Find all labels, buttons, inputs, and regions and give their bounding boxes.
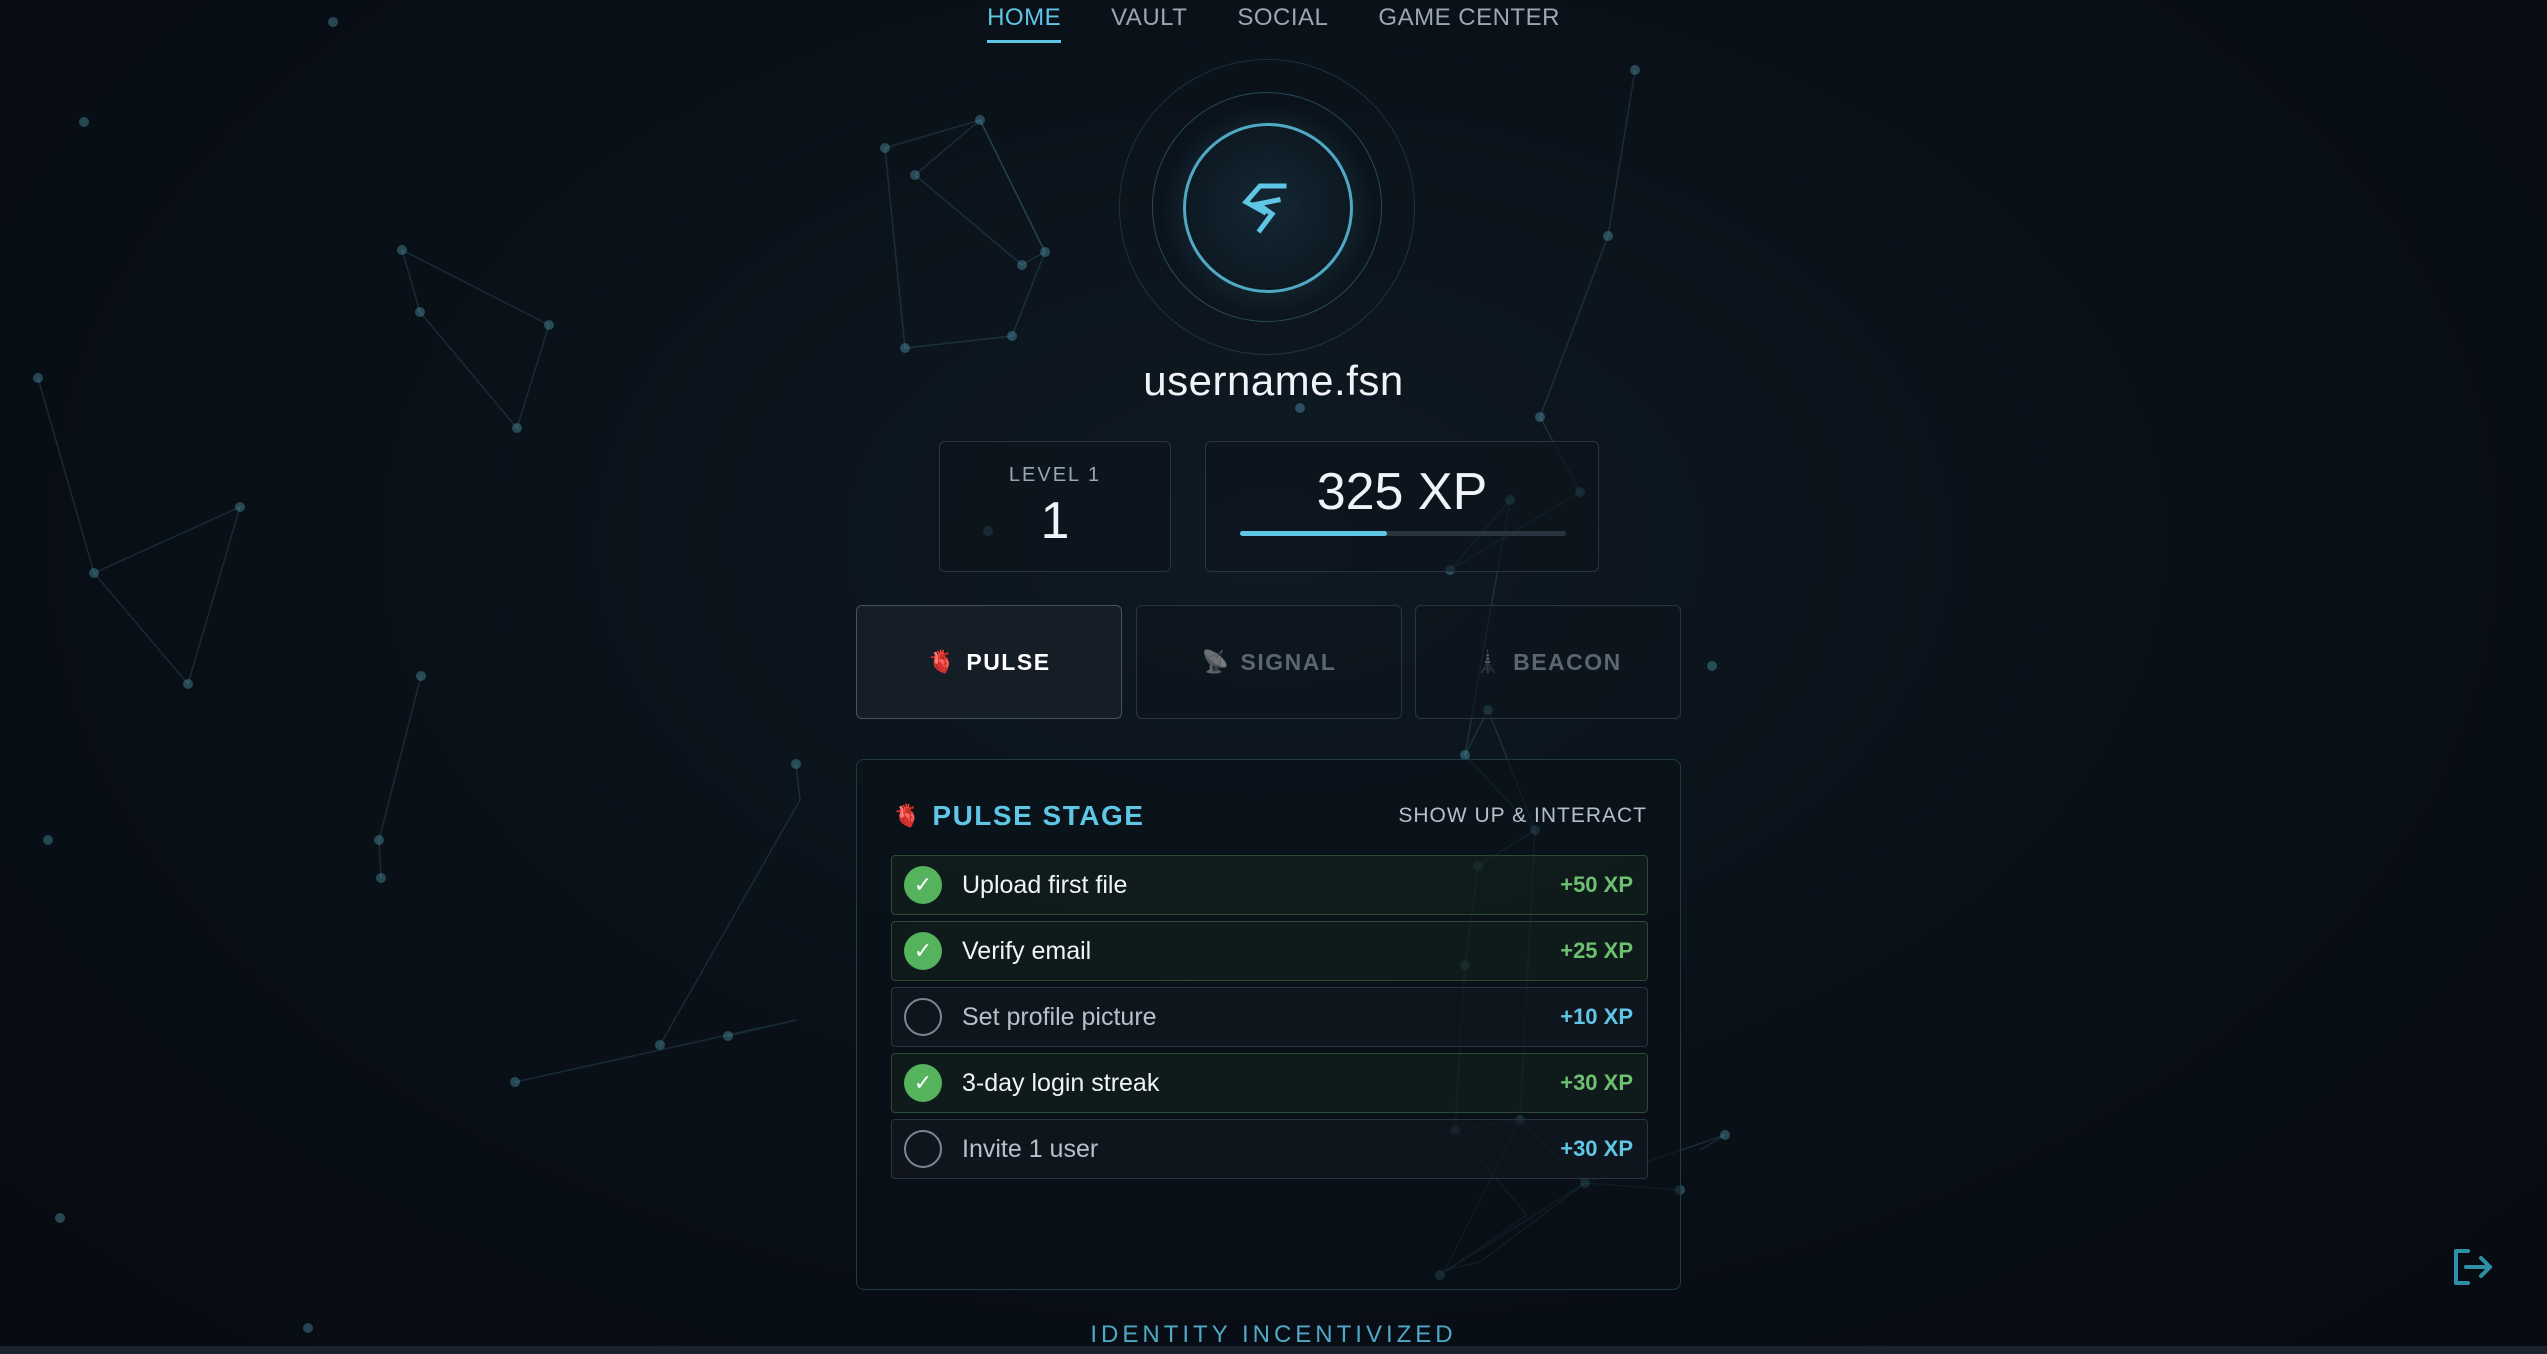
stage-tab-label: PULSE <box>966 648 1051 675</box>
username: username.fsn <box>1143 357 1404 404</box>
task-xp: +50 XP <box>1560 872 1633 897</box>
check-icon: ✓ <box>904 932 942 970</box>
panel-header: 🫀 PULSE STAGE SHOW UP & INTERACT <box>893 796 1647 836</box>
nav-tab-social[interactable]: SOCIAL <box>1237 4 1328 43</box>
stage-tab-pulse[interactable]: 🫀 PULSE <box>856 605 1122 719</box>
task-label: 3-day login streak <box>962 1068 1160 1097</box>
task-label: Upload first file <box>962 870 1128 899</box>
nav-tab-home[interactable]: HOME <box>987 4 1062 43</box>
panel-title: PULSE STAGE <box>932 800 1145 831</box>
task-label: Set profile picture <box>962 1002 1157 1031</box>
logout-button[interactable] <box>2449 1244 2495 1290</box>
empty-circle-icon <box>904 998 942 1036</box>
task-upload-first-file[interactable]: ✓ Upload first file +50 XP <box>891 855 1648 915</box>
avatar[interactable] <box>1183 123 1353 293</box>
task-xp: +10 XP <box>1560 1004 1633 1029</box>
beacon-icon: 🗼 <box>1474 649 1504 674</box>
nav-tab-vault[interactable]: VAULT <box>1111 4 1187 43</box>
xp-progress-fill <box>1240 531 1387 536</box>
task-login-streak[interactable]: ✓ 3-day login streak +30 XP <box>891 1053 1648 1113</box>
satellite-icon: 📡 <box>1201 649 1231 674</box>
nav-tabs: HOME VAULT SOCIAL GAME CENTER <box>987 4 1560 43</box>
task-label: Verify email <box>962 936 1092 965</box>
app-screen: HOME VAULT SOCIAL GAME CENTER username.f… <box>0 0 2547 1354</box>
task-verify-email[interactable]: ✓ Verify email +25 XP <box>891 921 1648 981</box>
stage-tab-label: SIGNAL <box>1240 648 1337 675</box>
stage-tab-beacon[interactable]: 🗼 BEACON <box>1415 605 1681 719</box>
task-list: ✓ Upload first file +50 XP ✓ Verify emai… <box>891 855 1648 1185</box>
task-xp: +30 XP <box>1560 1070 1633 1095</box>
check-icon: ✓ <box>904 866 942 904</box>
footer-brand: IDENTITY INCENTIVIZED <box>1090 1321 1457 1348</box>
heart-icon: 🫀 <box>893 803 921 828</box>
task-set-profile-picture[interactable]: Set profile picture +10 XP <box>891 987 1648 1047</box>
task-label: Invite 1 user <box>962 1134 1099 1163</box>
task-invite-user[interactable]: Invite 1 user +30 XP <box>891 1119 1648 1179</box>
check-icon: ✓ <box>904 1064 942 1102</box>
stage-tab-signal[interactable]: 📡 SIGNAL <box>1136 605 1402 719</box>
logout-icon <box>2454 1249 2492 1285</box>
stage-panel: 🫀 PULSE STAGE SHOW UP & INTERACT ✓ Uploa… <box>856 759 1681 1290</box>
top-nav: HOME VAULT SOCIAL GAME CENTER <box>0 4 2547 43</box>
task-xp: +25 XP <box>1560 938 1633 963</box>
level-label: LEVEL 1 <box>1008 464 1102 486</box>
xp-card: 325 XP <box>1205 441 1599 572</box>
task-xp: +30 XP <box>1560 1136 1633 1161</box>
empty-circle-icon <box>904 1130 942 1168</box>
bolt-logo-icon <box>1242 183 1287 234</box>
heart-icon: 🫀 <box>927 649 957 674</box>
stage-tab-label: BEACON <box>1513 648 1622 675</box>
level-value: 1 <box>1040 492 1070 550</box>
xp-value: 325 XP <box>1316 463 1488 521</box>
xp-progress-bar <box>1240 531 1566 536</box>
level-card: LEVEL 1 1 <box>939 441 1171 572</box>
nav-tab-game-center[interactable]: GAME CENTER <box>1378 4 1560 43</box>
bottom-bar <box>0 1346 2547 1354</box>
panel-subtitle: SHOW UP & INTERACT <box>1398 804 1647 827</box>
